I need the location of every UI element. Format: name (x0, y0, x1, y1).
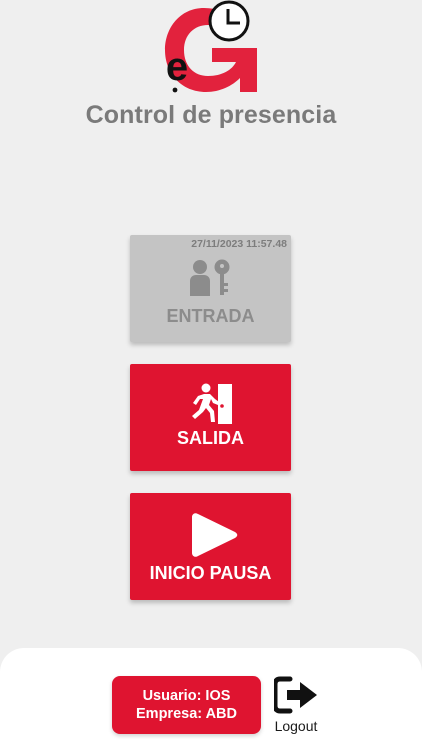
inicio-pausa-button[interactable]: INICIO PAUSA (130, 493, 291, 600)
entrada-label: ENTRADA (166, 306, 255, 326)
play-icon (192, 513, 238, 557)
person-key-icon (190, 259, 230, 296)
salida-label: SALIDA (177, 428, 244, 448)
exit-running-person-icon (192, 383, 232, 424)
inicio-pausa-label: INICIO PAUSA (149, 563, 272, 583)
user-info-badge: Usuario: IOS Empresa: ABD (112, 676, 261, 734)
svg-text:e: e (166, 45, 188, 89)
user-line: Usuario: IOS (142, 688, 231, 704)
entrada-timestamp: 27/11/2023 11:57.48 (191, 238, 287, 250)
company-line: Empresa: ABD (136, 706, 237, 722)
eg-logo-clock-icon: e (165, 0, 257, 93)
screen: e Control de presencia 27/11/2023 11:57.… (0, 0, 422, 750)
bottom-panel: Usuario: IOS Empresa: ABD Logout (0, 648, 422, 750)
page-title: Control de presencia (85, 101, 337, 129)
salida-button[interactable]: SALIDA (130, 364, 291, 471)
logout-icon (274, 676, 317, 714)
logout-label: Logout (274, 718, 318, 734)
logout-button[interactable]: Logout (268, 676, 324, 738)
entrada-button[interactable]: 27/11/2023 11:57.48 ENTRADA (130, 235, 291, 342)
